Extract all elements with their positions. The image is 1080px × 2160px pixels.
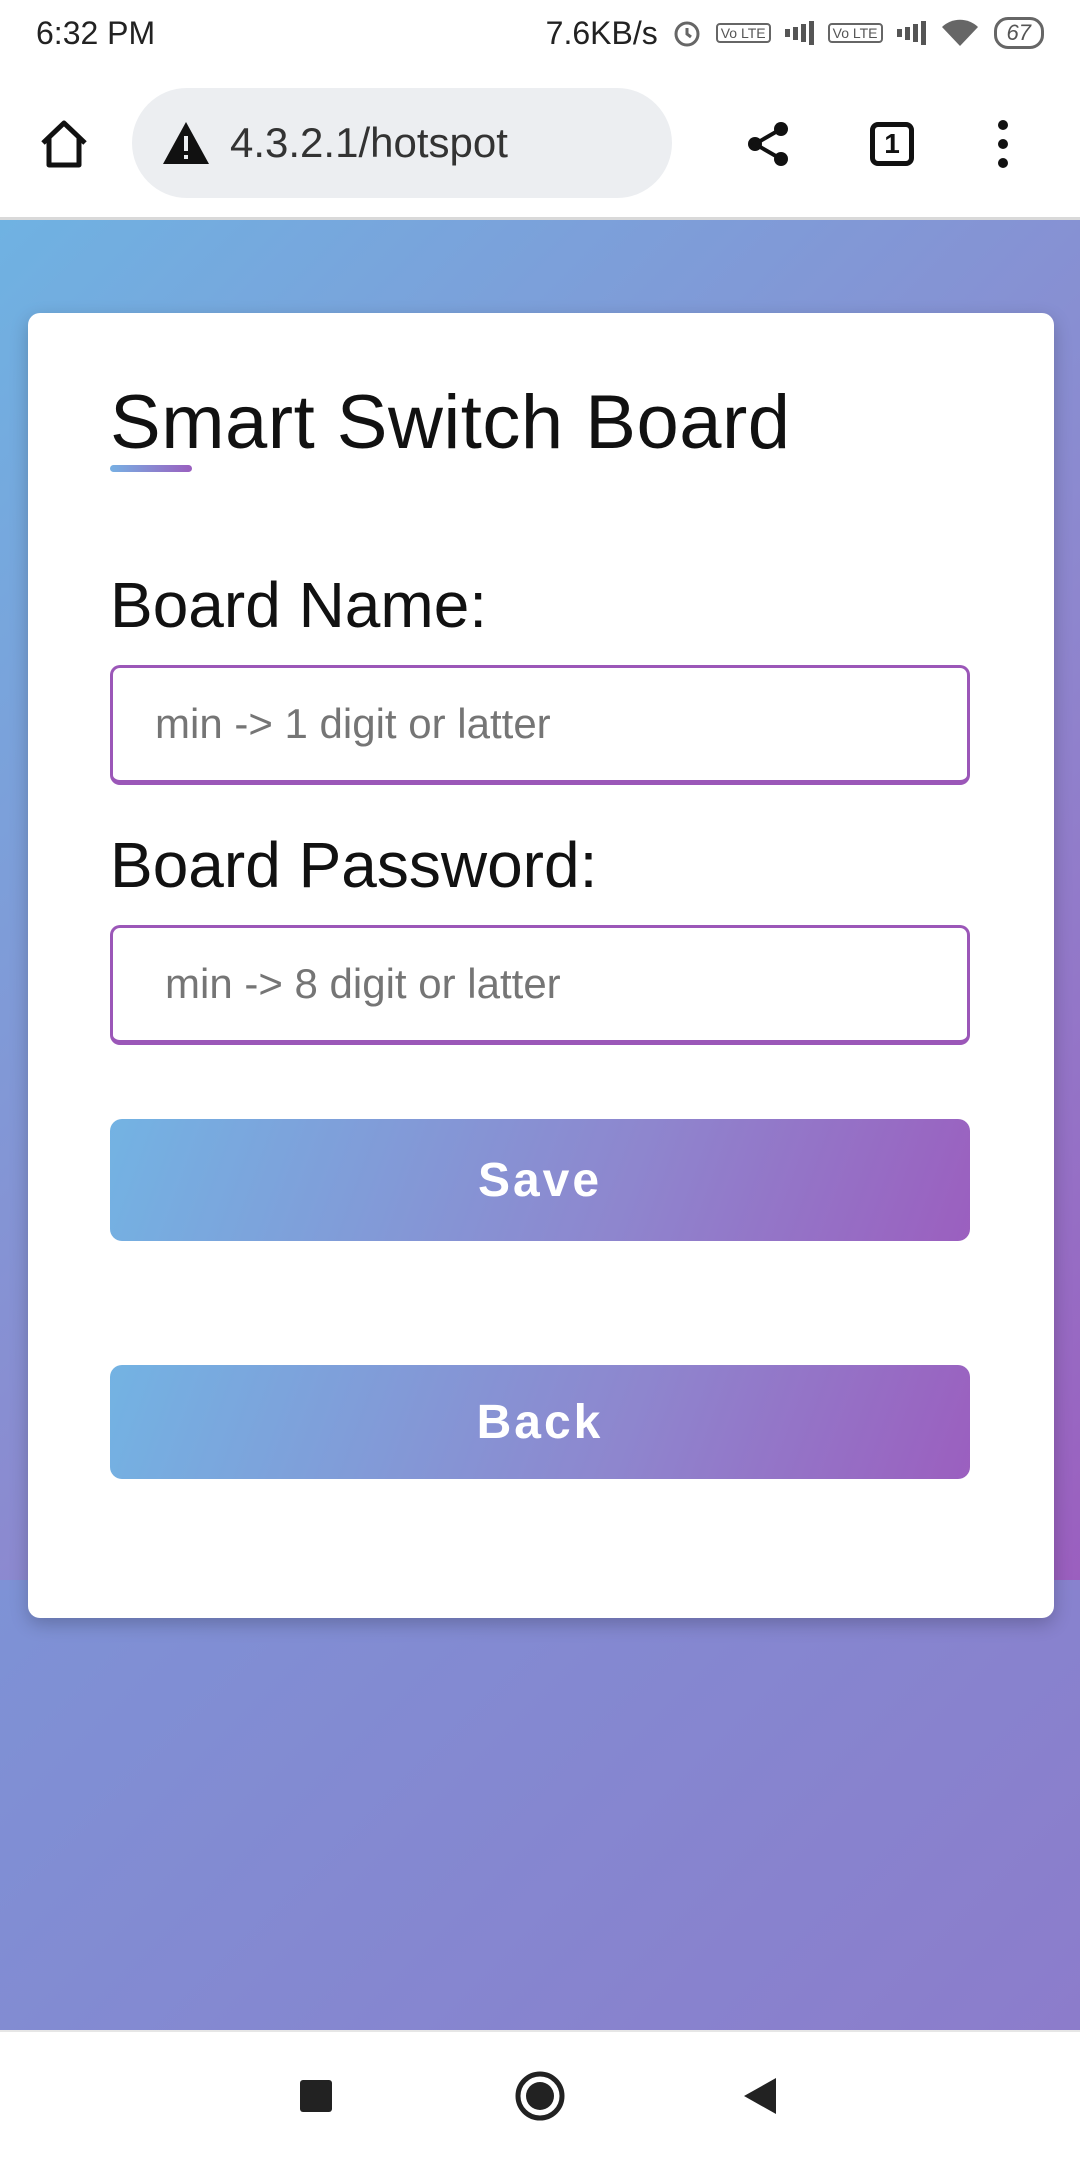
- tabs-icon[interactable]: 1: [864, 116, 920, 172]
- recent-apps-icon[interactable]: [284, 2064, 348, 2128]
- board-name-input[interactable]: [110, 665, 970, 785]
- url-text[interactable]: 4.3.2.1/hotspot: [230, 119, 508, 167]
- battery-icon: 67: [993, 17, 1044, 49]
- share-icon[interactable]: [740, 116, 796, 172]
- board-password-label: Board Password:: [110, 829, 598, 901]
- home-circle-icon[interactable]: [508, 2064, 572, 2128]
- signal-icon: [784, 20, 814, 46]
- board-password-input[interactable]: [110, 925, 970, 1045]
- save-button[interactable]: Save: [110, 1119, 970, 1241]
- page-background: Smart Switch Board Board Name: Board Pas…: [0, 220, 1080, 2030]
- volte-badge: Vo LTE: [715, 23, 771, 43]
- back-button[interactable]: Back: [110, 1365, 970, 1479]
- tab-count[interactable]: 1: [870, 122, 914, 166]
- board-name-label: Board Name:: [110, 569, 488, 641]
- address-bar[interactable]: 4.3.2.1/hotspot: [132, 88, 672, 198]
- home-icon[interactable]: [36, 116, 92, 172]
- page-title: Smart Switch Board: [110, 380, 791, 465]
- network-speed: 7.6KB/s: [545, 14, 658, 51]
- form-card: Smart Switch Board Board Name: Board Pas…: [28, 313, 1054, 1618]
- status-time: 6:32 PM: [36, 14, 156, 51]
- back-triangle-icon[interactable]: [728, 2064, 792, 2128]
- system-nav-bar: [0, 2030, 1080, 2160]
- status-bar: 6:32 PM 7.6KB/s Vo LTE Vo LTE 67: [0, 0, 1080, 66]
- warning-icon[interactable]: [160, 117, 212, 169]
- status-icons: 7.6KB/s Vo LTE Vo LTE 67: [546, 15, 1044, 52]
- signal-icon-2: [896, 20, 926, 46]
- browser-toolbar: 4.3.2.1/hotspot 1: [0, 66, 1080, 220]
- wifi-icon: [940, 18, 980, 48]
- volte-badge-2: Vo LTE: [827, 23, 883, 43]
- title-underline: [110, 465, 192, 472]
- alarm-icon: [672, 18, 702, 48]
- more-icon[interactable]: [975, 116, 1031, 172]
